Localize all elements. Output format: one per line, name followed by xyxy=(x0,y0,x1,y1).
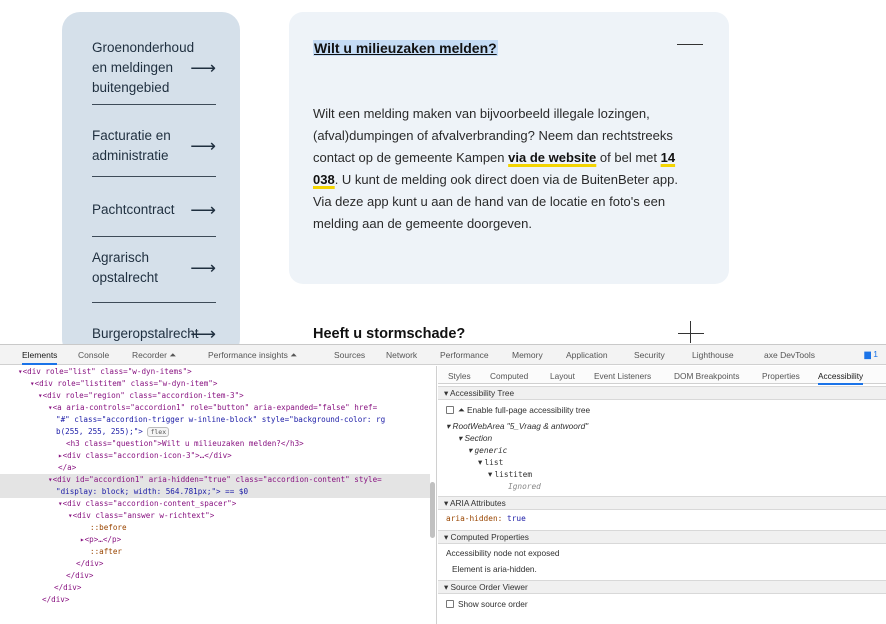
accordion-question-milieuzaken[interactable]: Wilt u milieuzaken melden? xyxy=(313,40,498,56)
enable-full-page-tree-option[interactable]: ⏶ Enable full-page accessibility tree xyxy=(446,404,590,416)
dom-tree-scrollbar[interactable] xyxy=(430,482,435,538)
sidebar-item-label: Agrarisch opstalrecht xyxy=(92,250,159,285)
accordion-question-stormschade[interactable]: Heeft u stormschade? xyxy=(313,326,465,342)
show-source-order-checkbox[interactable] xyxy=(446,600,454,608)
sidebar-item-groenonderhoud[interactable]: Groenonderhoud en meldingen buitengebied… xyxy=(92,38,216,98)
dom-node[interactable]: ▾<div role="listitem" class="w-dyn-item"… xyxy=(30,378,217,390)
arrow-right-icon: ⟶ xyxy=(190,58,216,78)
dom-node[interactable]: ▾<div class="accordion-content_spacer"> xyxy=(58,498,236,510)
tab-properties[interactable]: Properties xyxy=(762,371,800,381)
tab-axe-devtools[interactable]: axe DevTools xyxy=(764,350,815,360)
sidebar-divider xyxy=(92,302,216,303)
sidebar-item-burgeropstalrecht[interactable]: Burgeropstalrecht ⟶ xyxy=(92,324,216,344)
arrow-right-icon: ⟶ xyxy=(190,136,216,156)
tab-performance-insights[interactable]: Performance insights ⏶ xyxy=(208,350,297,361)
sidebar-pane-tabs: Styles Computed Layout Event Listeners D… xyxy=(438,366,886,385)
issues-badge[interactable]: ▆ 1 xyxy=(864,349,878,360)
tab-application[interactable]: Application xyxy=(566,350,608,360)
tab-layout[interactable]: Layout xyxy=(550,371,575,381)
tab-console[interactable]: Console xyxy=(78,350,109,360)
ax-node-section[interactable]: ▾ Section xyxy=(458,432,492,444)
arrow-right-icon: ⟶ xyxy=(190,324,216,344)
dom-node[interactable]: ▾<div role="list" class="w-dyn-items"> xyxy=(18,366,192,378)
screenshot-root: Groenonderhoud en meldingen buitengebied… xyxy=(0,0,886,624)
arrow-right-icon: ⟶ xyxy=(190,258,216,278)
issues-icon: ▆ xyxy=(864,349,871,359)
sidebar-divider xyxy=(92,104,216,105)
website-link[interactable]: via de website xyxy=(508,150,596,165)
tab-network[interactable]: Network xyxy=(386,350,417,360)
dom-node-selected[interactable]: ▾<div id="accordion1" aria-hidden="true"… xyxy=(0,474,430,486)
pseudo-element[interactable]: ::before xyxy=(90,522,127,534)
ax-reason-text: Element is aria-hidden. xyxy=(452,564,537,574)
sidebar-item-agrarisch-opstalrecht[interactable]: Agrarisch opstalrecht ⟶ xyxy=(92,248,216,288)
show-source-order-option[interactable]: Show source order xyxy=(446,598,528,610)
sidebar-divider xyxy=(92,236,216,237)
dom-node[interactable]: </div> xyxy=(42,594,69,606)
tab-recorder[interactable]: Recorder ⏶ xyxy=(132,350,176,361)
ax-not-exposed-text: Accessibility node not exposed xyxy=(446,548,560,558)
experiment-icon: ⏶ xyxy=(458,405,465,415)
dom-node[interactable]: ▾<a aria-controls="accordion1" role="but… xyxy=(48,402,377,414)
tab-dom-breakpoints[interactable]: DOM Breakpoints xyxy=(674,371,739,381)
sidebar-item-label: Facturatie en administratie xyxy=(92,128,171,163)
dom-node[interactable]: </div> xyxy=(54,582,81,594)
tab-sources[interactable]: Sources xyxy=(334,350,365,360)
source-order-viewer-header[interactable]: ▾ Source Order Viewer xyxy=(438,580,886,594)
tab-lighthouse[interactable]: Lighthouse xyxy=(692,350,734,360)
expand-plus-icon-vertical xyxy=(690,321,691,343)
tab-performance[interactable]: Performance xyxy=(440,350,489,360)
expand-plus-icon[interactable] xyxy=(678,333,704,334)
dom-node[interactable]: ▾<div role="region" class="accordion-ite… xyxy=(38,390,244,402)
dom-node[interactable]: ▾<div class="answer w-richtext"> xyxy=(68,510,214,522)
dom-node[interactable]: </div> xyxy=(66,570,93,582)
collapse-minus-icon[interactable] xyxy=(677,44,703,45)
dom-node[interactable]: </a> xyxy=(58,462,76,474)
ax-node-root[interactable]: ▾ RootWebArea "5_Vraag & antwoord" xyxy=(446,420,588,432)
dom-tree: ▾<div role="list" class="w-dyn-items"> ▾… xyxy=(0,366,437,624)
dom-node-continued: b(255, 255, 255);"> flex xyxy=(56,426,170,438)
tab-event-listeners[interactable]: Event Listeners xyxy=(594,371,651,381)
tab-memory[interactable]: Memory xyxy=(512,350,543,360)
sidebar-item-pachtcontract[interactable]: Pachtcontract ⟶ xyxy=(92,200,216,220)
tab-accessibility[interactable]: Accessibility xyxy=(818,371,864,385)
devtools-tab-bar: Elements Console Recorder ⏶ Performance … xyxy=(0,345,886,365)
dom-node[interactable]: </div> xyxy=(76,558,103,570)
sidebar-nav: Groenonderhoud en meldingen buitengebied… xyxy=(62,12,240,344)
tab-computed[interactable]: Computed xyxy=(490,371,528,381)
sidebar-item-facturatie[interactable]: Facturatie en administratie ⟶ xyxy=(92,126,216,166)
pseudo-element[interactable]: ::after xyxy=(90,546,122,558)
dom-node[interactable]: ▸<p>…</p> xyxy=(80,534,121,546)
tab-security[interactable]: Security xyxy=(634,350,665,360)
website-viewport: Groenonderhoud en meldingen buitengebied… xyxy=(0,0,886,344)
accessibility-tree-header[interactable]: ▾ Accessibility Tree xyxy=(438,386,886,400)
sidebar-item-label: Burgeropstalrecht xyxy=(92,326,199,341)
sidebar-divider xyxy=(92,176,216,177)
computed-properties-header[interactable]: ▾ Computed Properties xyxy=(438,530,886,544)
accordion-answer: Wilt een melding maken van bijvoorbeeld … xyxy=(313,106,678,231)
devtools-panel: Elements Console Recorder ⏶ Performance … xyxy=(0,344,886,624)
dom-node-continued: "#" class="accordion-trigger w-inline-bl… xyxy=(56,415,386,424)
sidebar-pane: Styles Computed Layout Event Listeners D… xyxy=(438,366,886,624)
aria-hidden-attribute: aria-hidden: true xyxy=(446,514,526,523)
dom-node-selected-continued: "display: block; width: 564.781px;"> == … xyxy=(0,486,430,498)
aria-attributes-header[interactable]: ▾ ARIA Attributes xyxy=(438,496,886,510)
flex-badge[interactable]: flex xyxy=(147,427,170,437)
ax-node-ignored: Ignored xyxy=(508,482,541,491)
sidebar-item-label: Pachtcontract xyxy=(92,202,175,217)
enable-full-page-tree-checkbox[interactable] xyxy=(446,406,454,414)
sidebar-item-label: Groenonderhoud en meldingen buitengebied xyxy=(92,40,195,95)
arrow-right-icon: ⟶ xyxy=(190,200,216,220)
tab-styles[interactable]: Styles xyxy=(448,371,471,381)
dom-node[interactable]: ▸<div class="accordion-icon-3">…</div> xyxy=(58,450,232,462)
tab-elements[interactable]: Elements xyxy=(22,350,58,365)
dom-node[interactable]: <h3 class="question">Wilt u milieuzaken … xyxy=(66,438,304,450)
